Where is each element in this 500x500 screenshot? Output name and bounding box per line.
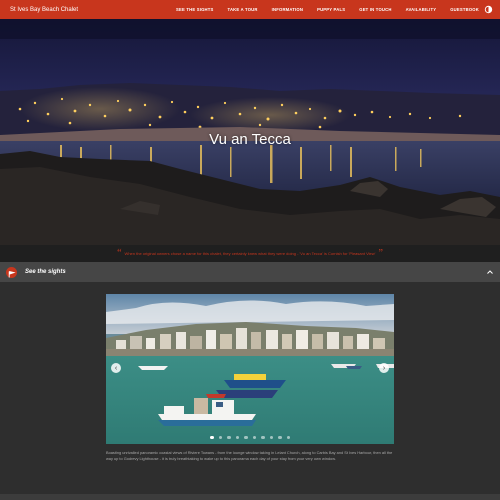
next-section-header: [0, 494, 500, 500]
chevron-up-icon[interactable]: [486, 268, 494, 276]
carousel-dot[interactable]: [227, 435, 231, 439]
chevron-right-icon: ›: [382, 364, 386, 372]
sights-carousel[interactable]: ‹ ›: [106, 294, 394, 444]
main-nav: See the sights Take a tour Information P…: [169, 7, 486, 12]
nav-item-see-the-sights[interactable]: See the sights: [169, 7, 220, 12]
nav-item-get-in-touch[interactable]: Get in touch: [352, 7, 398, 12]
nav-item-puppy-pals[interactable]: Puppy Pals: [310, 7, 352, 12]
carousel-dot[interactable]: [218, 435, 222, 439]
site-title[interactable]: St Ives Bay Beach Chalet: [10, 7, 78, 13]
section-header-see-the-sights[interactable]: See the sights: [0, 262, 500, 282]
carousel-caption: Boasting unrivalled panoramic coastal vi…: [106, 450, 393, 461]
quote-banner: “ When the original owners chose a name …: [0, 245, 500, 262]
nav-item-availability[interactable]: Availability: [399, 7, 444, 12]
nav-item-information[interactable]: Information: [265, 7, 310, 12]
carousel-indicators: [106, 435, 394, 439]
flag-icon: [6, 266, 17, 278]
nav-item-take-a-tour[interactable]: Take a tour: [221, 7, 265, 12]
carousel-dot[interactable]: [278, 435, 282, 439]
carousel-dot[interactable]: [269, 435, 273, 439]
section-title: See the sights: [25, 269, 66, 275]
carousel-dot[interactable]: [261, 435, 265, 439]
carousel-prev-button[interactable]: ‹: [111, 363, 121, 373]
hero-title: Vu an Tecca: [209, 131, 291, 148]
carousel-dot[interactable]: [210, 435, 214, 439]
carousel-dot[interactable]: [235, 435, 239, 439]
carousel-dot[interactable]: [244, 435, 248, 439]
carousel-dot[interactable]: [286, 435, 290, 439]
moon-sun-icon[interactable]: [484, 5, 493, 14]
chevron-left-icon: ‹: [114, 364, 118, 372]
top-navbar: St Ives Bay Beach Chalet See the sights …: [0, 0, 500, 19]
quote-text: When the original owners chose a name fo…: [124, 251, 376, 256]
nav-item-guestbook[interactable]: Guestbook: [443, 7, 486, 12]
carousel-next-button[interactable]: ›: [379, 363, 389, 373]
carousel-dot[interactable]: [252, 435, 256, 439]
open-quote-icon: “: [117, 247, 122, 259]
harbour-slide-image: [106, 294, 394, 444]
hero-banner: Vu an Tecca: [0, 19, 500, 245]
close-quote-icon: ”: [378, 247, 383, 259]
